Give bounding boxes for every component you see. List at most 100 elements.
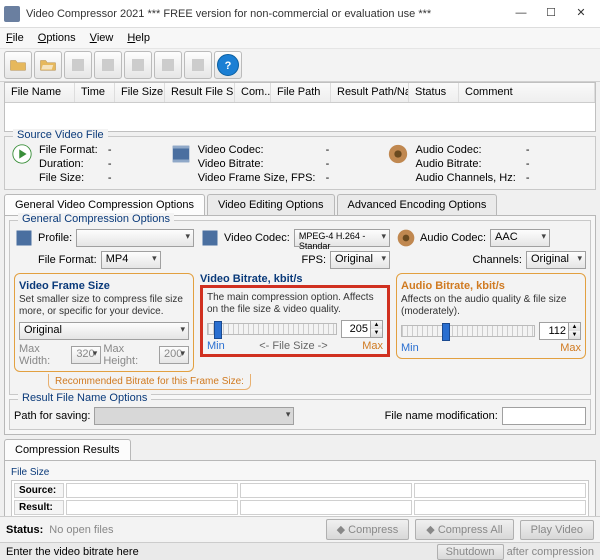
abr-input[interactable] xyxy=(540,323,568,339)
vbr-spin-down[interactable]: ▼ xyxy=(370,329,382,337)
vbr-min: Min xyxy=(207,340,225,352)
col-filename[interactable]: File Name xyxy=(5,83,75,102)
menu-file[interactable]: File xyxy=(6,32,24,44)
cr-source-1 xyxy=(66,483,238,498)
tab-general[interactable]: General Video Compression Options xyxy=(4,194,205,215)
path-saving-lbl: Path for saving: xyxy=(14,410,90,422)
col-status[interactable]: Status xyxy=(409,83,459,102)
footer: Enter the video bitrate here Shutdown af… xyxy=(0,542,600,560)
col-com[interactable]: Com... xyxy=(235,83,271,102)
vcodec-combo[interactable]: MPEG-4 H.264 - Standar xyxy=(294,229,390,247)
menu-help[interactable]: Help xyxy=(127,32,150,44)
svf-abitrate-lbl: Audio Bitrate: xyxy=(415,157,515,171)
app-icon xyxy=(4,6,20,22)
cr-result-lbl: Result: xyxy=(14,500,64,515)
abr-spinbox[interactable]: ▲▼ xyxy=(539,322,581,340)
cr-result-2 xyxy=(240,500,412,515)
rec-bitrate-link[interactable]: Recommended Bitrate for this Frame Size: xyxy=(48,374,251,390)
profile-lbl: Profile: xyxy=(38,232,72,244)
status-label: Status: xyxy=(6,524,43,536)
open-folder-button[interactable] xyxy=(34,51,62,79)
acodec-combo[interactable]: AAC xyxy=(490,229,550,247)
vbr-title: Video Bitrate, kbit/s xyxy=(200,273,390,285)
film-icon xyxy=(200,228,220,248)
cr-source-lbl: Source: xyxy=(14,483,64,498)
compress-button-tb[interactable] xyxy=(124,51,152,79)
minimize-button[interactable]: — xyxy=(506,4,536,24)
window-title: Video Compressor 2021 *** FREE version f… xyxy=(26,8,506,20)
statusbar: Status: No open files ◆ Compress ◆ Compr… xyxy=(0,516,600,542)
abr-title: Audio Bitrate, kbit/s xyxy=(401,280,581,292)
compress-all-button[interactable]: ◆ Compress All xyxy=(415,519,513,540)
help-button[interactable]: ? xyxy=(214,51,242,79)
cr-fs-label: File Size xyxy=(11,467,589,478)
filename-mod-field[interactable] xyxy=(502,407,586,425)
film-icon xyxy=(14,228,34,248)
file-table-body[interactable] xyxy=(5,103,595,131)
fileformat-combo[interactable]: MP4 xyxy=(101,251,161,269)
help-icon: ? xyxy=(217,54,239,76)
maximize-button[interactable]: ☐ xyxy=(536,4,566,24)
menu-options[interactable]: Options xyxy=(38,32,76,44)
file-table: File Name Time File Size Result File Siz… xyxy=(4,82,596,132)
abr-slider[interactable] xyxy=(401,325,535,337)
col-resultpath[interactable]: Result Path/Na... xyxy=(331,83,409,102)
cr-source-2 xyxy=(240,483,412,498)
close-button[interactable]: ✕ xyxy=(566,4,596,24)
play-video-button[interactable]: Play Video xyxy=(520,520,594,540)
vbr-spinbox[interactable]: ▲▼ xyxy=(341,320,383,338)
svf-filesize-val: - xyxy=(104,171,116,185)
vfs-desc: Set smaller size to compress file size m… xyxy=(19,294,189,318)
vfs-combo[interactable]: Original xyxy=(19,322,189,340)
maxw-lbl: Max Width: xyxy=(19,343,69,367)
col-filepath[interactable]: File Path xyxy=(271,83,331,102)
tabpanel-general: General Compression Options Profile: Fil… xyxy=(4,215,596,435)
svf-vfps-val: - xyxy=(321,171,333,185)
svf-vcodec-val: - xyxy=(321,143,333,157)
film-icon xyxy=(170,143,192,165)
compress-all-button-tb[interactable] xyxy=(154,51,182,79)
tab-compression-results[interactable]: Compression Results xyxy=(4,439,131,460)
abr-spin-up[interactable]: ▲ xyxy=(568,323,580,331)
maxw-field[interactable]: 320 xyxy=(71,346,101,364)
clear-button[interactable] xyxy=(94,51,122,79)
fps-combo[interactable]: Original xyxy=(330,251,390,269)
cr-result-1 xyxy=(66,500,238,515)
col-filesize[interactable]: File Size xyxy=(115,83,165,102)
maxh-lbl: Max Height: xyxy=(103,343,157,367)
abr-spin-down[interactable]: ▼ xyxy=(568,331,580,339)
filename-mod-lbl: File name modification: xyxy=(385,410,498,422)
vbr-spin-up[interactable]: ▲ xyxy=(370,321,382,329)
footer-hint: Enter the video bitrate here xyxy=(6,546,139,558)
channels-combo[interactable]: Original xyxy=(526,251,586,269)
fps-lbl: FPS: xyxy=(302,254,326,266)
col-time[interactable]: Time xyxy=(75,83,115,102)
vbr-slider[interactable] xyxy=(207,323,337,335)
svf-filesize-lbl: File Size: xyxy=(39,171,98,185)
path-saving-combo[interactable] xyxy=(94,407,294,425)
profile-combo[interactable] xyxy=(76,229,194,247)
play-button-tb[interactable] xyxy=(184,51,212,79)
tab-advanced[interactable]: Advanced Encoding Options xyxy=(337,194,498,215)
vbr-mid: <- File Size -> xyxy=(259,340,327,352)
cr-result-3 xyxy=(414,500,586,515)
tab-editing[interactable]: Video Editing Options xyxy=(207,194,335,215)
audio-bitrate-group: Audio Bitrate, kbit/s Affects on the aud… xyxy=(396,273,586,359)
vbr-input[interactable] xyxy=(342,321,370,337)
svf-vfps-lbl: Video Frame Size, FPS: xyxy=(198,171,316,185)
menu-view[interactable]: View xyxy=(90,32,114,44)
vcodec-lbl: Video Codec: xyxy=(224,232,290,244)
shutdown-button[interactable]: Shutdown xyxy=(437,544,504,560)
maxh-field[interactable]: 200 xyxy=(159,346,189,364)
compress-button[interactable]: ◆ Compress xyxy=(326,519,410,540)
svf-vcodec-lbl: Video Codec: xyxy=(198,143,316,157)
col-comment[interactable]: Comment xyxy=(459,83,595,102)
open-file-button[interactable] xyxy=(4,51,32,79)
col-resultsize[interactable]: Result File Size xyxy=(165,83,235,102)
fileformat-lbl: File Format: xyxy=(38,254,97,266)
remove-button[interactable] xyxy=(64,51,92,79)
video-frame-size-group: Video Frame Size Set smaller size to com… xyxy=(14,273,194,372)
speaker-icon xyxy=(396,228,416,248)
rfno-title: Result File Name Options xyxy=(18,392,151,404)
menubar: File Options View Help xyxy=(0,28,600,48)
